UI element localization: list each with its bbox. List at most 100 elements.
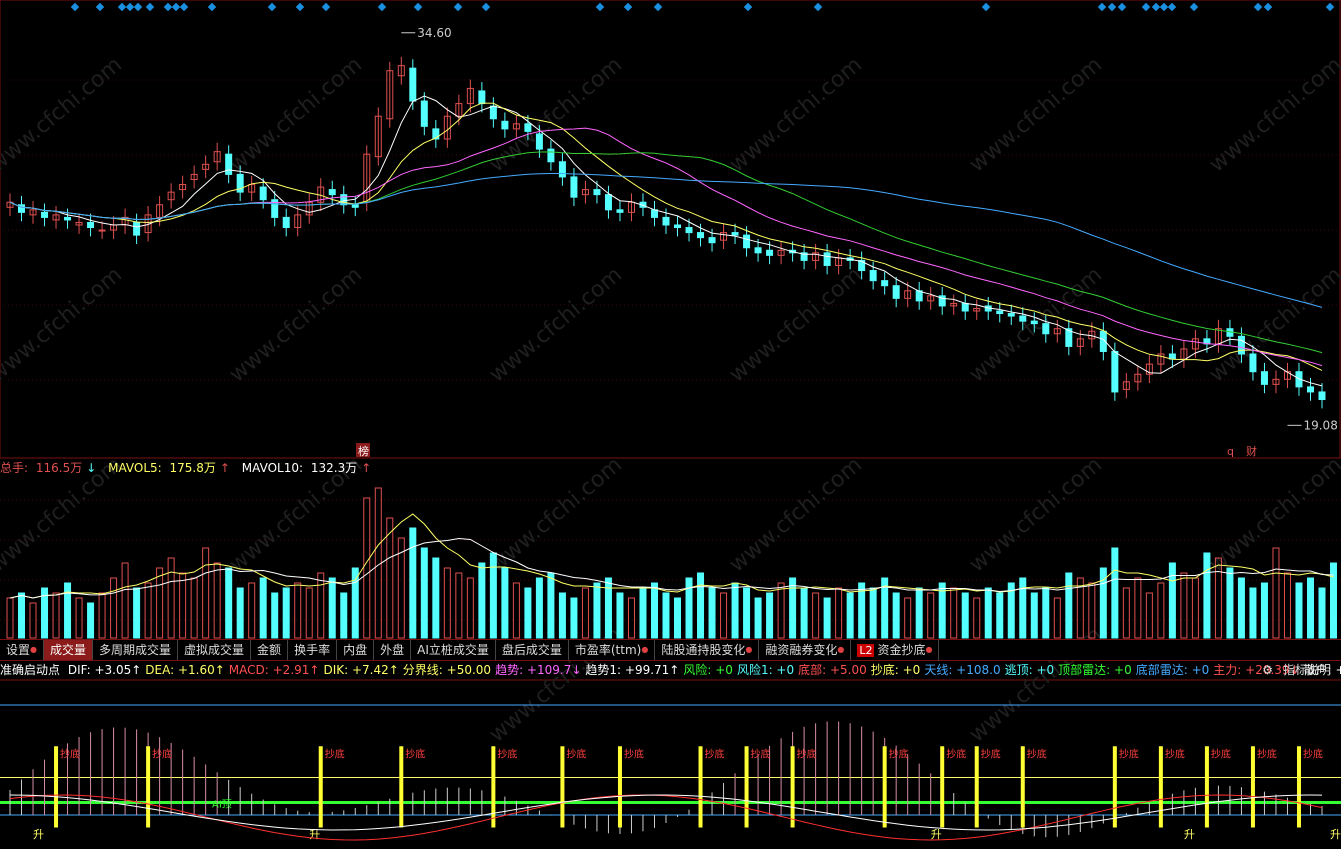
tab-0[interactable]: 设置● <box>0 640 44 660</box>
tab-10[interactable]: 市盈率(ttm)● <box>569 640 656 660</box>
volume-bar <box>259 577 267 639</box>
volume-bar <box>133 587 141 639</box>
candle-body <box>662 216 670 226</box>
tab-12[interactable]: 融资融券变化● <box>759 640 852 660</box>
volume-bar <box>547 572 555 639</box>
chaodi-signal-bar <box>1250 746 1255 828</box>
volume-bar <box>466 577 474 639</box>
tab-1[interactable]: 成交量 <box>44 640 94 660</box>
chaodi-signal-bar <box>974 746 979 828</box>
volume-bar <box>535 577 543 639</box>
signal-diamond-icon <box>145 2 155 12</box>
volume-bar <box>432 557 440 639</box>
indicator-settings-icon[interactable]: ⚙ <box>1262 660 1273 680</box>
tab-5[interactable]: 换手率 <box>288 640 338 660</box>
indicator-name[interactable]: 准确启动点 <box>0 663 60 677</box>
signal-diamond-icon <box>1159 2 1169 12</box>
indicator-tab-bar: 设置● 成交量 多周期成交量 虚拟成交量 金额 换手率 内盘 外盘 AI立桩成交量 盘后成交量 市盈… <box>0 639 1341 661</box>
tab-3[interactable]: 虚拟成交量 <box>178 640 252 660</box>
watermark-text: www.cfchi.com <box>485 262 627 387</box>
indicator-readout-bar: 准确启动点 DIF: +3.05↑ DEA: +1.60↑ MACD: +2.91↑… <box>0 660 1341 680</box>
indicator-item-12: 逃顶: +0 <box>1004 663 1055 677</box>
volume-bar <box>604 577 612 639</box>
volume-bar <box>1272 547 1280 639</box>
chaodi-signal-bar <box>790 746 795 828</box>
volume-bar <box>846 592 854 639</box>
volume-bar <box>961 592 969 639</box>
candle-body <box>282 216 290 229</box>
chaodi-signal-label: 抄底 <box>1303 748 1323 761</box>
mavol5-readout: MAVOL5: 175.8万 ↑ <box>108 461 230 475</box>
indicator-item-3: DIK: +7.42↑ <box>323 663 399 677</box>
candle-body <box>489 105 497 120</box>
volume-bar <box>777 582 785 639</box>
chart-canvas[interactable]: www.cfchi.com www.cfchi.com www.cfchi.com w… <box>0 0 1341 849</box>
watermark-text: www.cfchi.com <box>965 52 1107 177</box>
candle-body <box>1237 335 1245 355</box>
volume-bar <box>64 582 72 639</box>
candle-body <box>996 310 1004 315</box>
aiding-signal-label: AI顶 <box>212 799 232 811</box>
tab-7[interactable]: 外盘 <box>374 640 412 660</box>
volume-bar <box>720 592 728 639</box>
volume-bar <box>179 572 187 639</box>
volume-bar <box>835 587 843 639</box>
volume-bar <box>87 602 95 639</box>
volume-bar <box>121 562 129 639</box>
volume-bar <box>6 597 14 639</box>
signal-diamond-icon <box>207 2 217 12</box>
volume-bar <box>409 527 417 639</box>
candle-body <box>98 229 106 232</box>
candle-body <box>1007 313 1015 317</box>
tab-label: AI立桩成交量 <box>417 643 489 657</box>
indicator-help-button[interactable]: 指标说明 <box>1283 660 1331 680</box>
candle-body <box>64 216 72 221</box>
sheng-signal-label: 升 <box>33 828 44 841</box>
volume-header: 总手: 116.5万 ↓ MAVOL5: 175.8万 ↑ MAVOL10: 132… <box>0 458 1341 478</box>
tab-label: 多周期成交量 <box>99 643 172 657</box>
candle-body <box>766 249 774 256</box>
tab-label: 外盘 <box>380 643 405 657</box>
watermark-text: www.cfchi.com <box>225 52 367 177</box>
chaodi-signal-label: 抄底 <box>889 748 909 761</box>
chaodi-signal-bar <box>882 746 887 828</box>
signal-diamond-icon <box>125 2 135 12</box>
candle-body <box>1111 350 1119 393</box>
signal-diamond-icon <box>1167 2 1177 12</box>
tab-dot-icon: ● <box>30 645 37 654</box>
tab-11[interactable]: 陆股通持股变化● <box>655 640 760 660</box>
candle-body <box>225 153 233 175</box>
volume-bar <box>1330 562 1338 639</box>
signal-diamond-icon <box>295 2 305 12</box>
volume-bar <box>766 592 774 639</box>
volume-bar <box>52 592 60 639</box>
indicator-item-11: 天线: +108.0 <box>924 663 1001 677</box>
volume-bar <box>789 577 797 639</box>
tab-label: 成交量 <box>50 643 87 657</box>
chaodi-signal-label: 抄底 <box>325 748 345 761</box>
volume-bar <box>1122 587 1130 639</box>
tab-8[interactable]: AI立桩成交量 <box>411 640 496 660</box>
chaodi-signal-label: 抄底 <box>1211 748 1231 761</box>
cai-tag-label: 财 <box>1246 444 1257 458</box>
stock-chart-window: www.cfchi.com www.cfchi.com www.cfchi.com w… <box>0 0 1341 849</box>
signal-diamond-icon <box>95 2 105 12</box>
tab-2[interactable]: 多周期成交量 <box>93 640 179 660</box>
ma5-line <box>9 95 1323 387</box>
indicator-item-4: 分界线: +50.00 <box>402 663 492 677</box>
watermark-text: www.cfchi.com <box>225 262 367 387</box>
candle-body <box>674 224 682 229</box>
tab-4[interactable]: 金额 <box>251 640 289 660</box>
chaodi-signal-label: 抄底 <box>1165 748 1185 761</box>
candle-body <box>1249 353 1257 373</box>
watermark-text: www.cfchi.com <box>1205 52 1341 177</box>
volume-bar <box>1019 577 1027 639</box>
candle-body <box>881 280 889 287</box>
chaodi-signal-bar <box>1020 746 1025 828</box>
signal-diamond-icon <box>1097 2 1107 12</box>
tab-13[interactable]: L2 资金抄底● <box>851 640 940 661</box>
tab-9[interactable]: 盘后成交量 <box>496 640 569 660</box>
tab-6[interactable]: 内盘 <box>337 640 375 660</box>
volume-bar <box>1203 552 1211 639</box>
price-panel-frame <box>0 0 1341 459</box>
